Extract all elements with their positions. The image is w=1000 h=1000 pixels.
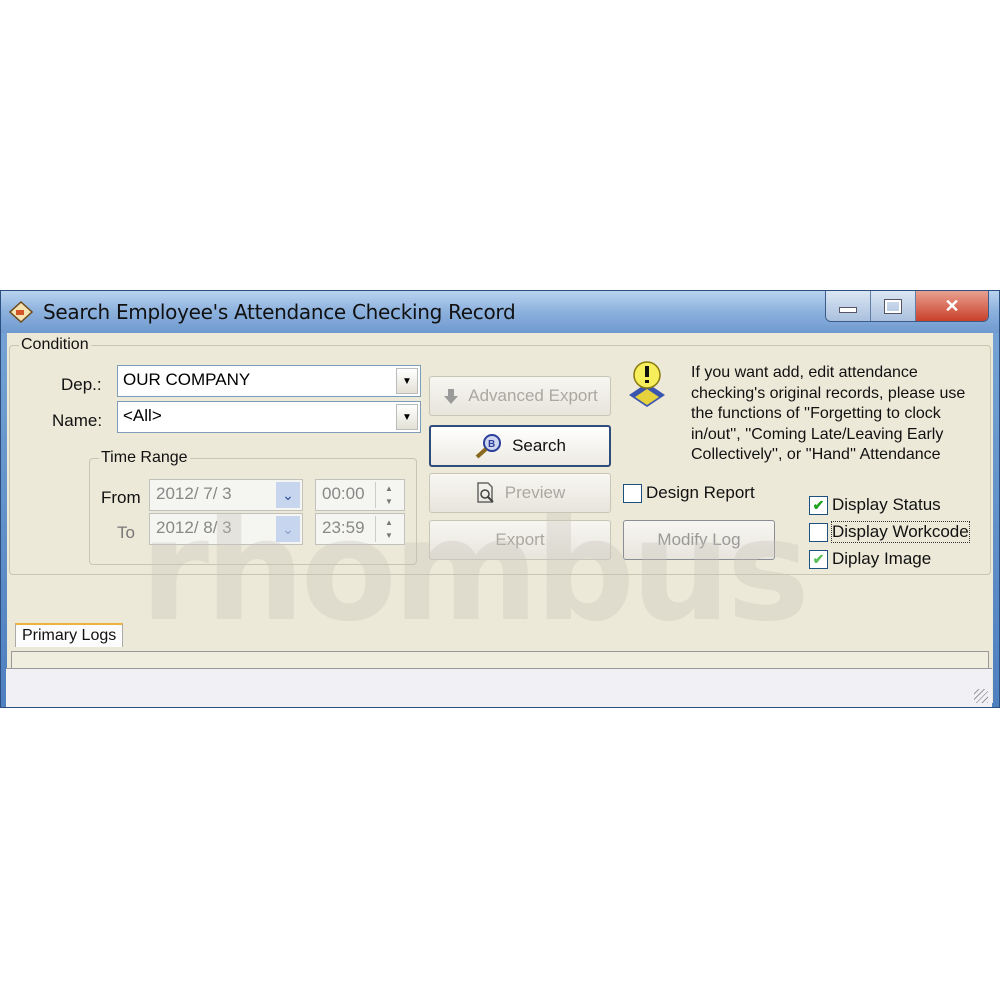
design-report-checkbox[interactable]: Design Report (623, 483, 755, 503)
check-icon[interactable]: ✔ (809, 495, 828, 515)
calendar-dropdown-icon[interactable]: ⌄ (276, 516, 300, 542)
svg-text:B: B (488, 439, 495, 450)
client-area: Condition Dep.: OUR COMPANY ▼ Name: <All… (7, 333, 993, 703)
from-time-value: 00:00 (322, 484, 365, 503)
to-date-picker[interactable]: 2012/ 8/ 3 ⌄ (149, 513, 303, 545)
window-title: Search Employee's Attendance Checking Re… (43, 300, 516, 324)
info-message: If you want add, edit attendance checkin… (691, 364, 966, 467)
minimize-icon (839, 307, 857, 313)
preview-icon (477, 482, 494, 503)
name-label: Name: (52, 411, 103, 430)
export-label: Export (495, 530, 545, 549)
modify-log-button[interactable]: Modify Log (623, 520, 775, 560)
app-icon (9, 301, 33, 323)
minimize-button[interactable] (826, 291, 870, 321)
export-button[interactable]: Export (429, 520, 611, 560)
to-time-spinner[interactable]: 23:59 ▲ ▼ (315, 513, 405, 545)
tab-primary-logs[interactable]: Primary Logs (15, 623, 124, 647)
display-status-checkbox[interactable]: ✔ Display Status (809, 495, 941, 515)
check-icon[interactable]: ✔ (809, 549, 828, 569)
name-value: <All> (123, 406, 162, 425)
department-value: OUR COMPANY (123, 370, 251, 389)
department-combo[interactable]: OUR COMPANY ▼ (117, 365, 421, 397)
advanced-export-label: Advanced Export (468, 386, 598, 405)
info-bulb-icon (629, 361, 665, 407)
spin-updown-icon[interactable]: ▲ ▼ (375, 516, 402, 542)
spin-updown-icon[interactable]: ▲ ▼ (375, 482, 402, 508)
preview-label: Preview (504, 483, 566, 502)
display-workcode-label: Display Workcode (831, 521, 970, 543)
checkbox-box[interactable] (809, 522, 828, 542)
to-label: To (117, 523, 135, 542)
window-controls: ✕ (825, 291, 989, 322)
maximize-icon (884, 298, 902, 314)
display-image-label: Diplay Image (832, 549, 932, 568)
condition-group-label: Condition (19, 336, 91, 354)
search-icon: B (475, 434, 502, 459)
calendar-dropdown-icon[interactable]: ⌄ (276, 482, 300, 508)
display-workcode-checkbox[interactable]: Display Workcode (809, 521, 970, 543)
to-date-value: 2012/ 8/ 3 (156, 518, 232, 537)
close-button[interactable]: ✕ (915, 291, 988, 321)
search-button[interactable]: B Search (429, 425, 611, 467)
maximize-button[interactable] (870, 291, 915, 321)
dep-label: Dep.: (61, 375, 102, 394)
close-icon: ✕ (944, 295, 960, 316)
from-label: From (101, 488, 141, 507)
arrow-down-icon (444, 389, 459, 404)
search-label: Search (512, 436, 566, 455)
from-date-value: 2012/ 7/ 3 (156, 484, 232, 503)
time-range-label: Time Range (99, 449, 190, 467)
from-time-spinner[interactable]: 00:00 ▲ ▼ (315, 479, 405, 511)
checkbox-box[interactable] (623, 483, 642, 503)
title-bar[interactable]: Search Employee's Attendance Checking Re… (1, 291, 999, 333)
time-range-group (89, 458, 417, 565)
attendance-search-window: Search Employee's Attendance Checking Re… (0, 290, 1000, 708)
from-date-picker[interactable]: 2012/ 7/ 3 ⌄ (149, 479, 303, 511)
display-status-label: Display Status (832, 495, 941, 514)
advanced-export-button[interactable]: Advanced Export (429, 376, 611, 416)
resize-grip-icon[interactable] (974, 689, 988, 703)
chevron-down-icon[interactable]: ▼ (396, 368, 418, 394)
design-report-label: Design Report (646, 483, 755, 502)
display-image-checkbox[interactable]: ✔ Diplay Image (809, 549, 931, 569)
to-time-value: 23:59 (322, 518, 365, 537)
status-bar (6, 668, 992, 707)
chevron-down-icon[interactable]: ▼ (396, 404, 418, 430)
modify-log-label: Modify Log (657, 530, 741, 549)
name-combo[interactable]: <All> ▼ (117, 401, 421, 433)
preview-button[interactable]: Preview (429, 473, 611, 513)
